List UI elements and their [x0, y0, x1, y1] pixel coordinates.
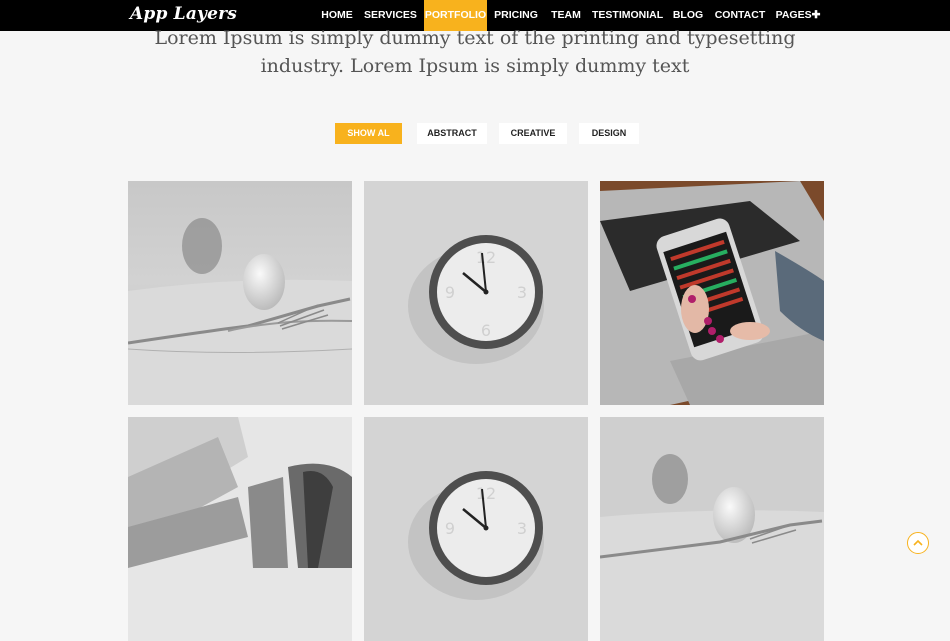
phone-laptop-image	[600, 181, 824, 405]
portfolio-item-phone[interactable]	[600, 181, 824, 405]
svg-text:3: 3	[517, 519, 527, 538]
svg-text:3: 3	[517, 283, 527, 302]
egg-fork-image-2	[600, 417, 824, 641]
egg-fork-image	[128, 181, 352, 405]
svg-text:12: 12	[476, 248, 496, 267]
scroll-to-top-button[interactable]	[907, 532, 929, 554]
svg-text:6: 6	[481, 321, 491, 340]
chevron-up-icon	[913, 539, 923, 546]
svg-text:12: 12	[476, 484, 496, 503]
svg-text:9: 9	[445, 519, 455, 538]
svg-text:9: 9	[445, 283, 455, 302]
portfolio-item-architecture[interactable]	[128, 417, 352, 641]
intro-line-1: Lorem Ipsum is simply dummy text of the …	[154, 27, 796, 49]
architecture-image	[128, 417, 352, 641]
section-intro-text: Lorem Ipsum is simply dummy text of the …	[150, 24, 800, 80]
filter-show-all-button[interactable]: SHOW AL	[335, 123, 402, 144]
portfolio-item-egg-fork-2[interactable]	[600, 417, 824, 641]
filter-creative-button[interactable]: CREATIVE	[499, 123, 567, 144]
intro-line-2: industry. Lorem Ipsum is simply dummy te…	[260, 55, 690, 77]
clock-image: 12 6 9 3	[364, 181, 588, 405]
filter-design-button[interactable]: DESIGN	[579, 123, 639, 144]
portfolio-item-clock[interactable]: 12 6 9 3	[364, 181, 588, 405]
brand-logo[interactable]: App Layers	[130, 4, 237, 24]
portfolio-item-clock-2[interactable]: 12 9 3	[364, 417, 588, 641]
clock-image-2: 12 9 3	[364, 417, 588, 641]
filter-abstract-button[interactable]: ABSTRACT	[417, 123, 487, 144]
portfolio-item-egg-fork[interactable]	[128, 181, 352, 405]
